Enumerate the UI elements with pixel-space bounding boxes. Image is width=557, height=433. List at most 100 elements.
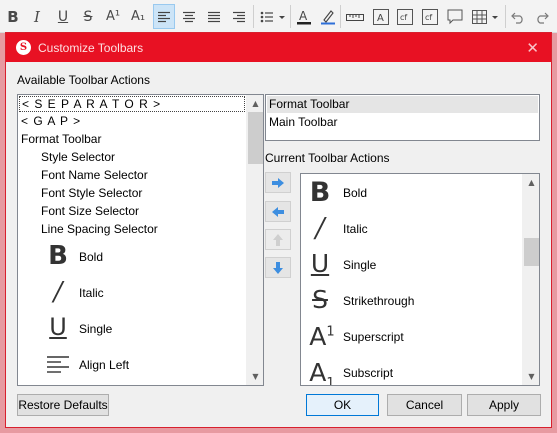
list-item[interactable]: Format Toolbar: [267, 96, 538, 113]
citation-button[interactable]: cf: [395, 4, 415, 29]
italic-icon: /: [53, 277, 63, 307]
citation-icon: cf: [397, 8, 413, 25]
bullet-list-button[interactable]: [257, 4, 289, 29]
list-item-label: < G A P >: [21, 114, 82, 128]
bold-icon: B: [7, 7, 19, 26]
list-item[interactable]: U Single: [301, 247, 523, 283]
scroll-down-icon[interactable]: ▼: [523, 368, 539, 385]
remove-action-button[interactable]: [265, 201, 291, 222]
align-left-button[interactable]: [153, 4, 175, 29]
table-button[interactable]: [470, 4, 502, 29]
scrollbar-thumb[interactable]: [524, 238, 539, 266]
list-item-label: Format Toolbar: [21, 132, 102, 146]
list-item-label: Strikethrough: [343, 294, 415, 308]
bold-icon: B: [309, 177, 331, 208]
align-center-icon: [183, 11, 195, 22]
move-down-button[interactable]: [265, 257, 291, 278]
list-item[interactable]: Style Selector: [41, 150, 115, 164]
list-item[interactable]: / Italic: [18, 275, 246, 311]
scroll-up-icon[interactable]: ▲: [247, 95, 263, 112]
add-action-button[interactable]: [265, 172, 291, 193]
apply-button[interactable]: Apply: [467, 394, 541, 416]
current-actions-label: Current Toolbar Actions: [265, 151, 390, 165]
ruler-button[interactable]: [344, 4, 366, 29]
subscript-button[interactable]: A₁: [127, 4, 149, 29]
available-actions-list[interactable]: < S E P A R A T O R > < G A P > Format T…: [17, 94, 264, 386]
list-item[interactable]: Format Toolbar: [21, 132, 101, 146]
list-item[interactable]: < S E P A R A T O R >: [19, 96, 245, 112]
list-item-label: Align Left: [79, 358, 130, 372]
restore-defaults-button[interactable]: Restore Defaults: [17, 394, 109, 416]
scroll-down-icon[interactable]: ▼: [247, 368, 263, 385]
underline-button[interactable]: U: [54, 4, 72, 29]
list-item[interactable]: Align Left: [18, 347, 246, 383]
arrow-right-icon: [272, 177, 284, 188]
toolbar-divider: [505, 5, 506, 28]
underline-icon: U: [310, 249, 330, 278]
list-item-label: Format Toolbar: [269, 97, 350, 111]
list-item[interactable]: B Bold: [18, 239, 246, 275]
list-item[interactable]: Font Size Selector: [41, 204, 139, 218]
svg-text:A: A: [377, 13, 384, 24]
toolbars-list[interactable]: Format Toolbar Main Toolbar: [265, 94, 540, 141]
highlight-button[interactable]: [318, 4, 338, 29]
align-center-button[interactable]: [178, 4, 200, 29]
list-item[interactable]: Main Toolbar: [269, 115, 337, 129]
justify-icon: [208, 11, 220, 22]
list-item-label: Superscript: [343, 330, 404, 344]
italic-icon: I: [34, 7, 40, 26]
superscript-button[interactable]: A¹: [103, 4, 123, 29]
app-logo-icon: S: [16, 40, 31, 55]
font-color-button[interactable]: A: [294, 4, 314, 29]
list-item[interactable]: Line Spacing Selector: [41, 222, 158, 236]
justify-button[interactable]: [203, 4, 225, 29]
list-item[interactable]: B Bold: [301, 175, 523, 211]
citation-list-button[interactable]: cf: [420, 4, 440, 29]
strikethrough-icon: S: [83, 8, 93, 25]
align-left-icon: [158, 11, 170, 22]
scroll-up-icon[interactable]: ▲: [523, 174, 539, 191]
superscript-icon: A1: [309, 322, 335, 351]
list-item-label: Style Selector: [41, 150, 116, 164]
svg-text:A: A: [299, 9, 308, 23]
align-left-icon: [47, 356, 69, 373]
comment-button[interactable]: [445, 4, 465, 29]
list-item[interactable]: U Single: [18, 311, 246, 347]
list-item-label: Bold: [79, 250, 104, 264]
svg-text:cf: cf: [425, 13, 432, 22]
cancel-button[interactable]: Cancel: [387, 394, 462, 416]
ruler-icon: [346, 13, 364, 21]
list-item[interactable]: A1 Subscript: [301, 355, 523, 385]
list-item-label: Bold: [343, 186, 368, 200]
scrollbar-thumb[interactable]: [248, 112, 263, 164]
list-item[interactable]: S Strikethrough: [301, 283, 523, 319]
ok-button[interactable]: OK: [306, 394, 379, 416]
font-color-icon: A: [297, 9, 311, 24]
list-item[interactable]: < G A P >: [21, 114, 81, 128]
list-item-label: Single: [343, 258, 377, 272]
dialog-title: Customize Toolbars: [38, 41, 144, 55]
list-item-label: Font Name Selector: [41, 168, 148, 182]
superscript-icon: A¹: [105, 9, 121, 24]
strikethrough-button[interactable]: S: [79, 4, 97, 29]
available-list-scrollbar[interactable]: ▲ ▼: [246, 95, 263, 385]
italic-icon: /: [315, 213, 325, 244]
current-list-scrollbar[interactable]: ▲ ▼: [522, 174, 539, 385]
undo-button[interactable]: [508, 4, 528, 29]
toolbar-divider: [290, 5, 291, 28]
align-right-button[interactable]: [228, 4, 250, 29]
list-item-label: Font Style Selector: [41, 186, 143, 200]
list-item-label: Italic: [79, 286, 104, 300]
move-up-button[interactable]: [265, 229, 291, 250]
customize-toolbars-dialog: S Customize Toolbars ✕ Available Toolbar…: [5, 32, 552, 428]
list-item[interactable]: / Italic: [301, 211, 523, 247]
bold-button[interactable]: B: [4, 4, 22, 29]
list-item[interactable]: A1 Superscript: [301, 319, 523, 355]
list-item[interactable]: Font Name Selector: [41, 168, 148, 182]
text-box-button[interactable]: A: [371, 4, 391, 29]
redo-button[interactable]: [532, 4, 552, 29]
current-actions-list[interactable]: B Bold / Italic U Single S Strikethrough…: [300, 173, 540, 386]
list-item[interactable]: Font Style Selector: [41, 186, 142, 200]
close-icon[interactable]: ✕: [526, 39, 539, 57]
italic-button[interactable]: I: [28, 4, 46, 29]
